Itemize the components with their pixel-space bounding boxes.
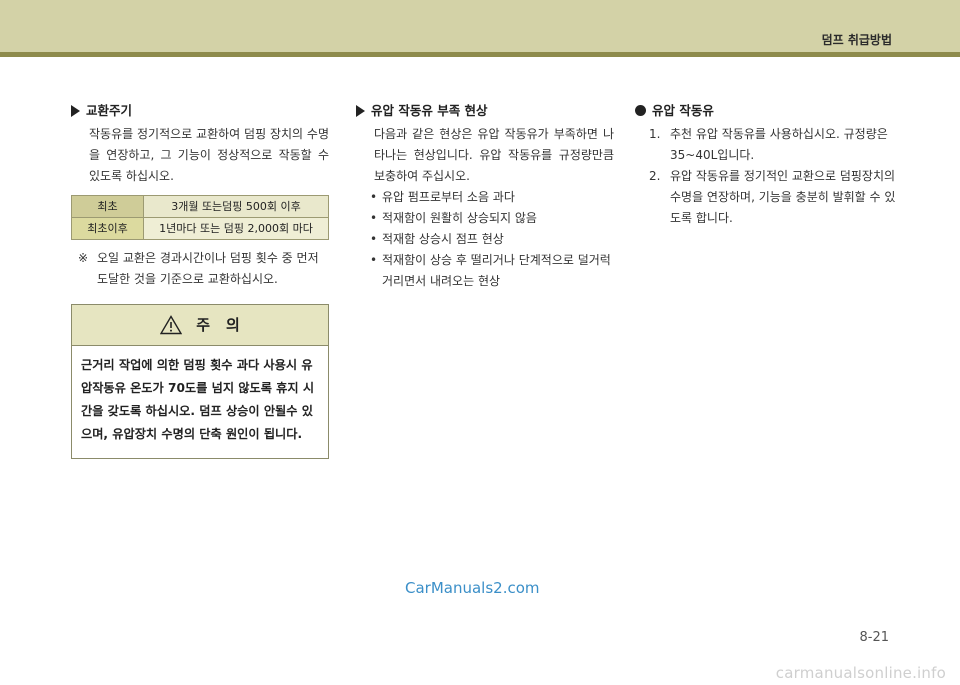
chapter-title: 덤프 취급방법 — [821, 33, 892, 47]
table-cell-value: 1년마다 또는 덤핑 2,000회 마다 — [143, 217, 329, 240]
middle-column: 유압 작동유 부족 현상 다음과 같은 현상은 유압 작동유가 부족하면 나타나… — [356, 100, 614, 292]
right-column: 유압 작동유 1. 추천 유압 작동유를 사용하십시오. 규정량은 35~40L… — [635, 100, 897, 229]
caution-text: 근거리 작업에 의한 덤핑 횟수 과다 사용시 유압작동유 온도가 70도를 넘… — [81, 358, 315, 441]
step-number: 2. — [649, 169, 661, 183]
instruction-list: 1. 추천 유압 작동유를 사용하십시오. 규정량은 35~40L입니다. 2.… — [635, 124, 897, 229]
page-number: 8-21 — [859, 630, 889, 645]
table-cell-label: 최초이후 — [71, 217, 144, 240]
replacement-paragraph: 작동유를 정기적으로 교환하여 덤핑 장치의 수명을 연장하고, 그 기능이 정… — [89, 127, 329, 183]
table-row: 최초 3개월 또는덤핑 500회 이후 — [71, 195, 329, 218]
note: ※ 오일 교환은 경과시간이나 덤핑 횟수 중 먼저 도달한 것을 기준으로 교… — [71, 248, 329, 290]
caution-header: 주의 — [72, 305, 328, 346]
table-cell-label: 최초 — [71, 195, 144, 218]
list-item: 적재함이 상승 후 떨리거나 단계적으로 덜거럭 거리면서 내려오는 현상 — [370, 250, 614, 292]
section-title-replacement-interval: 교환주기 — [71, 100, 329, 121]
section-title-hydraulic-fluid: 유압 작동유 — [635, 100, 897, 121]
shortage-paragraph: 다음과 같은 현상은 유압 작동유가 부족하면 나타나는 현상입니다. 유압 작… — [374, 127, 614, 183]
symptom-list: 유압 펌프로부터 소음 과다 적재함이 원활히 상승되지 않음 적재함 상승시 … — [356, 187, 614, 292]
section-title-fluid-shortage: 유압 작동유 부족 현상 — [356, 100, 614, 121]
triangle-bullet-icon — [356, 104, 365, 117]
left-column: 교환주기 작동유를 정기적으로 교환하여 덤핑 장치의 수명을 연장하고, 그 … — [71, 100, 329, 459]
header-rule — [0, 52, 960, 57]
list-item: 유압 펌프로부터 소음 과다 — [370, 187, 614, 208]
caution-title: 주의 — [196, 315, 256, 334]
note-text: 오일 교환은 경과시간이나 덤핑 횟수 중 먼저 도달한 것을 기준으로 교환하… — [97, 251, 319, 286]
footer-site-mark: carmanualsonline.info — [775, 664, 946, 682]
circle-bullet-icon — [635, 105, 646, 116]
watermark-link[interactable]: CarManuals2.com — [405, 579, 540, 597]
section-title-text: 유압 작동유 부족 현상 — [371, 103, 488, 118]
caution-box: 주의 근거리 작업에 의한 덤핑 횟수 과다 사용시 유압작동유 온도가 70도… — [71, 304, 329, 459]
list-item: 적재함이 원활히 상승되지 않음 — [370, 208, 614, 229]
step-number: 1. — [649, 127, 661, 141]
triangle-bullet-icon — [71, 104, 80, 117]
step-text: 추천 유압 작동유를 사용하십시오. 규정량은 35~40L입니다. — [670, 127, 888, 162]
table-row: 최초이후 1년마다 또는 덤핑 2,000회 마다 — [71, 217, 329, 240]
list-item: 2. 유압 작동유를 정기적인 교환으로 덤핑장치의 수명을 연장하며, 기능을… — [649, 166, 897, 229]
section-title-text: 유압 작동유 — [652, 103, 714, 118]
replacement-interval-table: 최초 3개월 또는덤핑 500회 이후 최초이후 1년마다 또는 덤핑 2,00… — [71, 195, 329, 240]
list-item: 1. 추천 유압 작동유를 사용하십시오. 규정량은 35~40L입니다. — [649, 124, 897, 166]
warning-triangle-icon — [160, 315, 183, 335]
step-text: 유압 작동유를 정기적인 교환으로 덤핑장치의 수명을 연장하며, 기능을 충분… — [670, 169, 896, 225]
reference-mark: ※ — [77, 251, 89, 265]
list-item: 적재함 상승시 점프 현상 — [370, 229, 614, 250]
table-cell-value: 3개월 또는덤핑 500회 이후 — [143, 195, 329, 218]
header-band — [0, 0, 960, 52]
section-title-text: 교환주기 — [86, 103, 133, 118]
